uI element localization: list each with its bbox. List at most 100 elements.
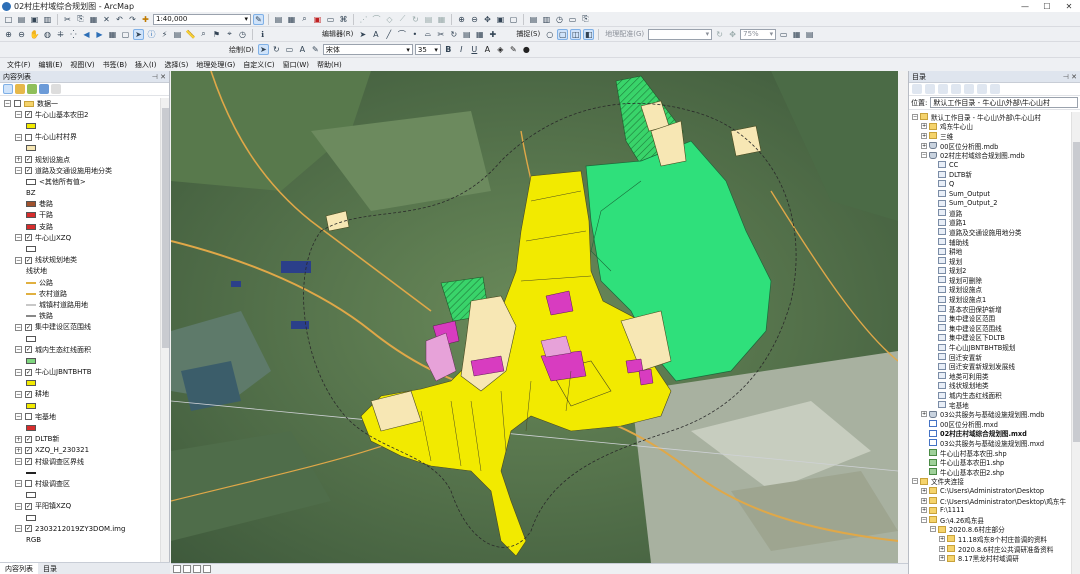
edge-snap-icon[interactable]: ◧ [583,28,595,40]
collapse-icon[interactable]: − [15,413,22,421]
catalog-tree-item[interactable]: +11.18鸡东8个村庄普调的资料 [909,534,1071,544]
toc-layer-row[interactable]: 农村道路 [0,288,160,299]
toc-layer-row[interactable]: − 宅基地 [0,411,160,422]
catalog-tree-item[interactable]: +03公共服务与基础设施规划图.mdb [909,409,1071,419]
catalog-tree-item[interactable]: 03公共服务与基础设施规划图.mxd [909,438,1071,448]
sketch-tool-icon[interactable]: ▦ [474,29,485,40]
fixed-zoom-out-icon[interactable]: ⁛ [68,29,79,40]
toc-layer-row[interactable]: − ✓ 平阳镇XZQ [0,501,160,512]
views-icon[interactable] [990,84,1000,94]
toc-layer-row[interactable]: − 村级调查区 [0,478,160,489]
clear-selection-icon[interactable]: ▢ [120,29,131,40]
catalog-tree-item[interactable]: +2020.8.6村庄公共调研准备资料 [909,544,1071,554]
toc-layer-row[interactable]: 支路 [0,221,160,232]
refresh-icon[interactable] [193,565,201,573]
new-document-icon[interactable]: □ [3,14,14,25]
measure-icon[interactable]: 📏 [185,29,196,40]
data-view-icon[interactable] [173,565,181,573]
expand-icon[interactable]: + [15,156,22,164]
catalog-tree-item[interactable]: 牛心山基本农田1.shp [909,457,1071,467]
catalog-tree-item[interactable]: 牛心山村基本农田.shp [909,448,1071,458]
layout-full-icon[interactable]: ▣ [495,14,506,25]
catalog-tree-item[interactable]: − 02村庄村域综合规划图.mdb [909,150,1071,160]
catalog-tree-item[interactable]: +00区位分析图.mdb [909,141,1071,151]
back-arrow-icon[interactable]: ◀ [81,29,92,40]
list-by-selection-icon[interactable] [39,84,49,94]
line-symbol[interactable] [26,303,36,306]
hyperlink-icon[interactable]: ⚡ [159,29,170,40]
expand-icon[interactable]: + [921,487,927,494]
toc-layer-row[interactable] [0,378,160,389]
italic-icon[interactable]: I [456,44,467,55]
catalog-tree-item[interactable]: 基本农田保护新增 [909,304,1071,314]
catalog-tree-item[interactable]: + C:\Users\Administrator\Desktop [909,486,1071,496]
layout-tool2-icon[interactable]: ▦ [791,29,802,40]
toc-layer-row[interactable] [0,490,160,501]
layer-visibility-checkbox[interactable]: ✓ [25,156,32,164]
rectangle-icon[interactable]: ▭ [284,44,295,55]
collapse-icon[interactable]: − [15,167,22,175]
collapse-icon[interactable]: − [15,323,22,331]
line-color-icon[interactable]: ✎ [508,44,519,55]
identify-tool-icon[interactable]: ℹ [257,29,268,40]
collapse-icon[interactable]: − [15,368,22,376]
menu-geoprocessing[interactable]: 地理处理(G) [192,60,239,70]
expand-icon[interactable]: + [921,142,927,149]
catalog-tree-item[interactable]: +8.17黑龙村村域调研 [909,553,1071,563]
symbol-swatch[interactable] [26,380,36,387]
symbol-swatch[interactable] [26,402,36,409]
html-popup-tool-icon[interactable]: ▤ [172,29,183,40]
add-data-icon[interactable]: ✚ [140,14,151,25]
catalog-tree-item[interactable]: 道路及交通设施用地分类 [909,227,1071,237]
full-extent-icon[interactable]: ◍ [42,29,53,40]
snapping-menu[interactable]: 捕捉(S) [514,29,542,39]
font-name-combobox[interactable]: 宋体 ▾ [322,44,413,55]
split-tool-icon[interactable]: ✂ [435,29,446,40]
catalog-tree-item[interactable]: 00区位分析图.mxd [909,419,1071,429]
catalog-tree-item[interactable]: 集中建设区下DLTB [909,333,1071,342]
font-color-icon[interactable]: A [482,44,493,55]
create-features-icon[interactable]: ✚ [487,29,498,40]
catalog-tree-item[interactable]: + C:\Users\Administrator\Desktop\鸡东牛 [909,496,1071,506]
cut-polygon-icon[interactable]: ◇ [384,14,395,25]
home-icon[interactable] [951,84,961,94]
attributes-icon[interactable]: ▤ [423,14,434,25]
paste-icon[interactable]: ▦ [88,14,99,25]
point-icon[interactable]: • [409,29,420,40]
catalog-tree-item[interactable]: 规划2 [909,266,1071,275]
layout-tool-icon[interactable]: ▭ [778,29,789,40]
toc-layer-row[interactable]: − ✓ 村级调查区界线 [0,456,160,467]
panel-pin-close-icon[interactable]: ⊣ ✕ [152,73,166,81]
layer-visibility-checkbox[interactable]: ✓ [25,390,32,398]
toc-layer-row[interactable] [0,243,160,254]
layer-visibility-checkbox[interactable]: ✓ [25,234,32,242]
collapse-icon[interactable]: − [15,458,22,466]
find-icon[interactable]: ⌕ [198,29,209,40]
delete-icon[interactable]: ✕ [101,14,112,25]
layout-zoom-out-icon[interactable]: ⊖ [469,14,480,25]
catalog-tree-item[interactable]: + F:\1111 [909,505,1071,515]
layer-visibility-checkbox[interactable] [25,480,32,488]
symbol-swatch[interactable] [26,201,36,208]
toc-layer-row[interactable]: − ✓ 线状规划地类 [0,255,160,266]
search-window-icon[interactable]: ⌕ [299,14,310,25]
fill-color-icon[interactable]: ◈ [495,44,506,55]
toc-layer-row[interactable]: − ✓ 牛心山JBNTBHTB [0,367,160,378]
rotate-georef-icon[interactable]: ↻ [714,29,725,40]
location-combobox[interactable]: 默认工作目录 - 牛心山\外部\牛心山村 [930,97,1078,108]
georef-layer-combobox[interactable]: ▾ [648,28,713,40]
toc-scrollbar[interactable] [160,98,169,562]
toc-layer-row[interactable]: − ✓ 牛心山基本农田2 [0,109,160,120]
toc-layer-row[interactable]: − ✓ 道路及交通设施用地分类 [0,165,160,176]
catalog-tree-item[interactable]: + 三维 [909,131,1071,141]
tab-toc[interactable]: 内容列表 [0,563,38,574]
time-slider-icon[interactable]: ◷ [554,14,565,25]
toc-layer-row[interactable]: 巷路 [0,199,160,210]
marker-color-icon[interactable]: ● [521,44,532,55]
tab-catalog[interactable]: 目录 [38,563,62,574]
collapse-icon[interactable]: − [15,480,22,488]
expand-icon[interactable]: + [939,545,945,552]
catalog-tree-item[interactable]: 02村庄村域综合规划图.mxd [909,429,1071,438]
layout-pan-icon[interactable]: ✥ [482,14,493,25]
forward-arrow-icon[interactable]: ▶ [94,29,105,40]
